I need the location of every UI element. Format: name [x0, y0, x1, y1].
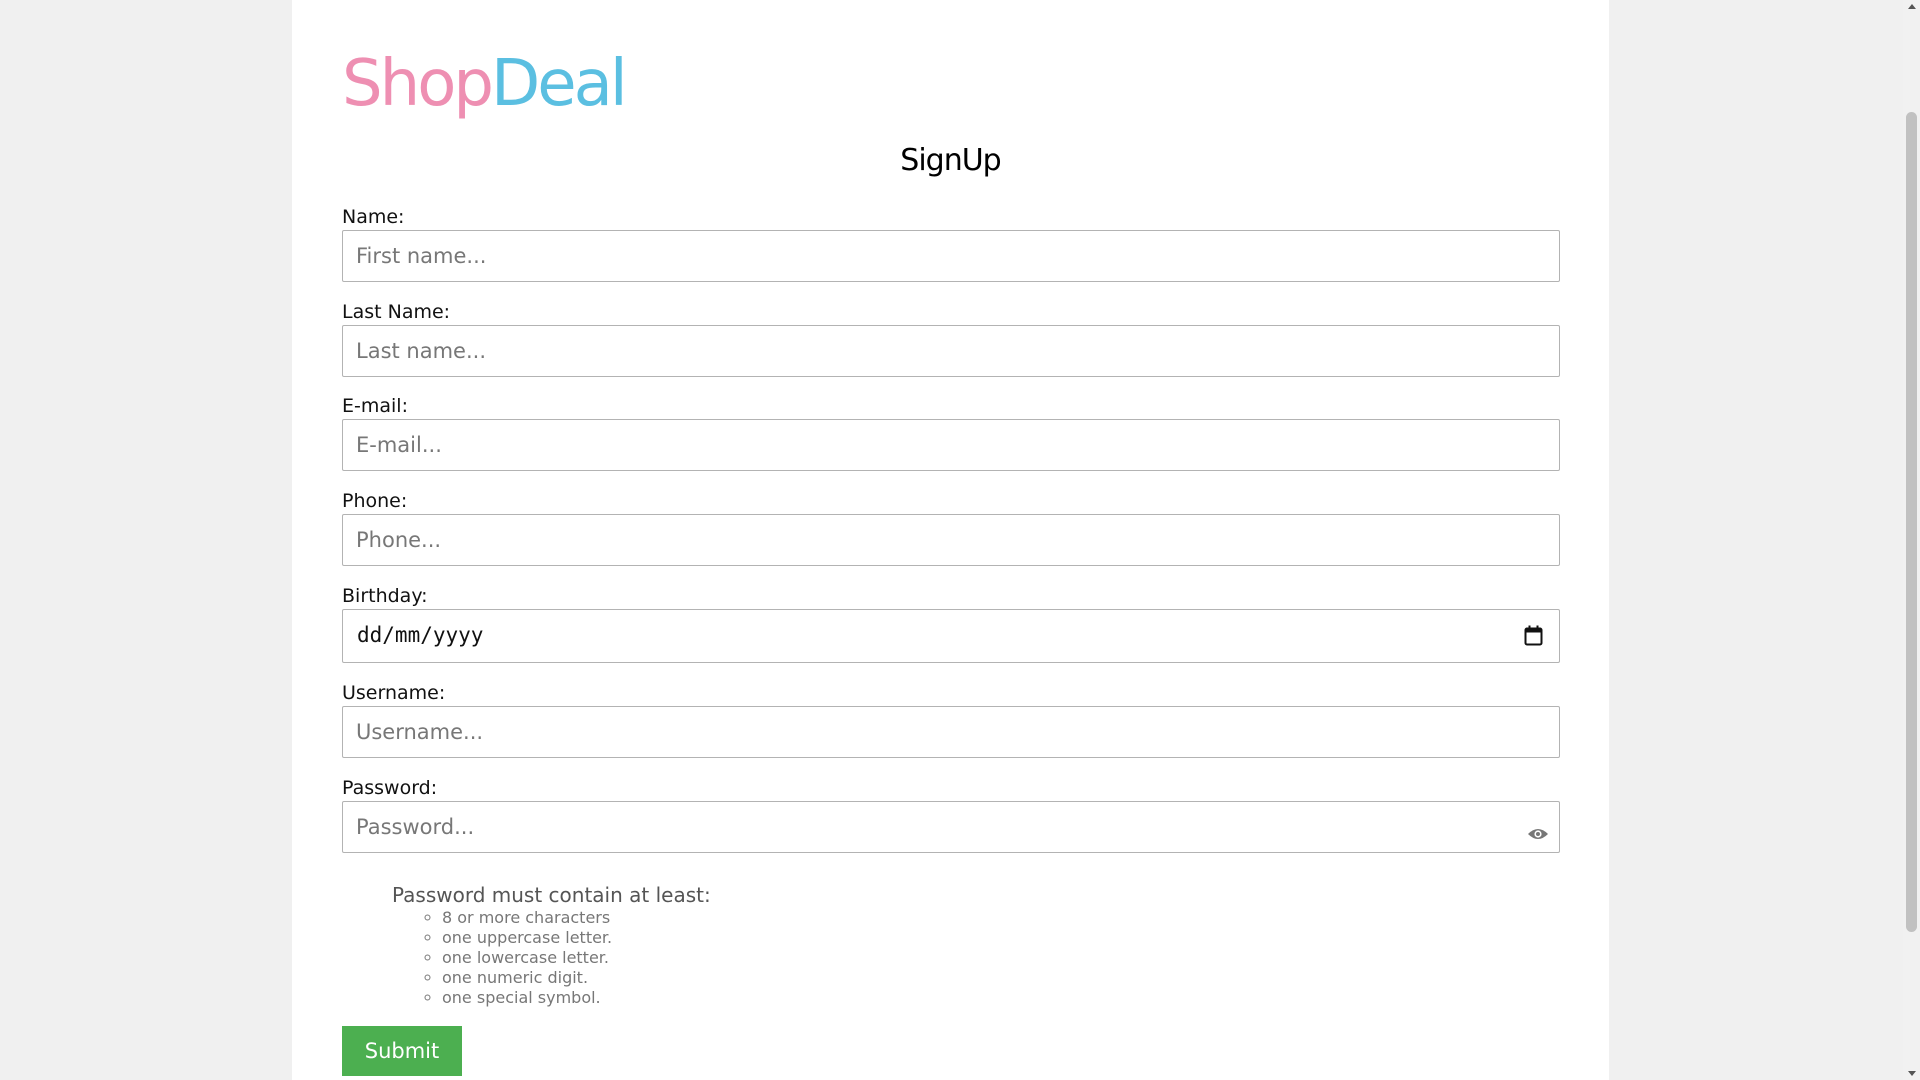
scroll-down-arrow-icon[interactable] — [1908, 1071, 1916, 1076]
password-rule: 8 or more characters — [442, 908, 711, 928]
eye-icon[interactable] — [1527, 827, 1549, 841]
logo-deal: Deal — [490, 47, 628, 121]
birthday-label: Birthday: — [342, 585, 428, 607]
page-scrollbar[interactable] — [1903, 0, 1920, 1080]
password-label: Password: — [342, 777, 438, 799]
first-name-label: Name: — [342, 206, 405, 228]
password-input[interactable] — [342, 801, 1560, 853]
scroll-thumb[interactable] — [1906, 112, 1917, 932]
page-title: SignUp — [900, 143, 1001, 178]
birthday-value: dd/mm/yyyy — [357, 623, 484, 647]
last-name-input[interactable] — [342, 325, 1560, 377]
password-rule: one uppercase letter. — [442, 928, 711, 948]
phone-input[interactable] — [342, 514, 1560, 566]
logo-shop: Shop — [342, 47, 494, 121]
submit-button[interactable]: Submit — [342, 1026, 462, 1076]
signup-page: ShopDeal SignUp Name: Last Name: E-mail:… — [292, 0, 1609, 1080]
last-name-label: Last Name: — [342, 301, 451, 323]
scroll-up-arrow-icon[interactable] — [1908, 4, 1916, 9]
email-label: E-mail: — [342, 395, 408, 417]
password-rule: one special symbol. — [442, 988, 711, 1008]
password-rule: one lowercase letter. — [442, 948, 711, 968]
username-label: Username: — [342, 682, 446, 704]
phone-label: Phone: — [342, 490, 408, 512]
password-rules-title: Password must contain at least: — [392, 883, 711, 907]
calendar-icon[interactable] — [1524, 625, 1543, 646]
password-rules: Password must contain at least: 8 or mor… — [392, 883, 711, 1008]
username-input[interactable] — [342, 706, 1560, 758]
password-rule: one numeric digit. — [442, 968, 711, 988]
password-rules-list: 8 or more characters one uppercase lette… — [392, 908, 711, 1008]
shopdeal-logo: ShopDeal — [342, 44, 628, 124]
email-input[interactable] — [342, 419, 1560, 471]
first-name-input[interactable] — [342, 230, 1560, 282]
birthday-input[interactable]: dd/mm/yyyy — [342, 609, 1560, 663]
